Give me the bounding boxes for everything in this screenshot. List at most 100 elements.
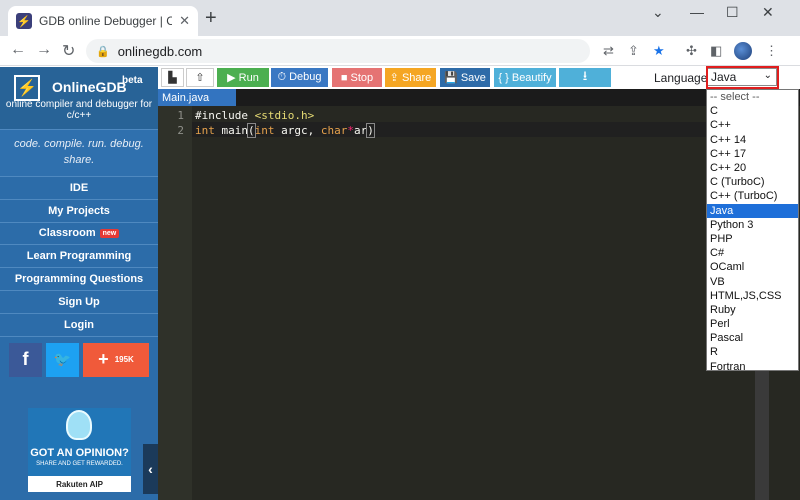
- logo-bolt-icon: ⚡: [14, 75, 40, 101]
- new-tab-icon[interactable]: +: [205, 8, 217, 28]
- tab-title: GDB online Debugger | Compile: [39, 14, 173, 28]
- browser-tab[interactable]: ⚡ GDB online Debugger | Compile ✕: [8, 6, 198, 36]
- run-button[interactable]: ▶ Run: [217, 68, 269, 87]
- debug-button[interactable]: ⏱ Debug: [271, 68, 328, 87]
- browser-toolbar: ← → ↻ 🔒 onlinegdb.com ⇄ ⇪ ★ ✣ ◧ ⋮: [0, 36, 800, 66]
- collapse-sidebar-chevron-icon[interactable]: ‹: [143, 444, 158, 494]
- tab-close-icon[interactable]: ✕: [179, 13, 190, 29]
- ide-action-bar: ▙ ⇧ ▶ Run ⏱ Debug ■ Stop ⇪ Share 💾 Save …: [158, 67, 800, 89]
- stop-button[interactable]: ■ Stop: [332, 68, 382, 87]
- translate-icon[interactable]: ⇄: [603, 43, 614, 59]
- dropdown-option[interactable]: R: [707, 345, 798, 359]
- sidebar-item-sign-up[interactable]: Sign Up: [0, 290, 158, 314]
- code-editor[interactable]: 1 2 #include <stdio.h> int main(int argc…: [158, 106, 800, 500]
- sidebar-item-classroom[interactable]: Classroom new: [0, 222, 158, 246]
- dropdown-option[interactable]: VB: [707, 274, 798, 288]
- profile-avatar[interactable]: [734, 42, 752, 60]
- dropdown-option[interactable]: PHP: [707, 232, 798, 246]
- code-text: #include <stdio.h>: [195, 109, 315, 122]
- file-tab-main-java[interactable]: Main.java: [158, 89, 236, 106]
- language-dropdown-list[interactable]: -- select -- C C++ C++ 14 C++ 17 C++ 20 C (Tur…: [706, 89, 799, 374]
- close-window-icon[interactable]: ✕: [762, 4, 774, 21]
- favicon-icon: ⚡: [16, 13, 32, 29]
- sidebar-item-login[interactable]: Login: [0, 313, 158, 337]
- sidebar-item-label: Learn Programming: [26, 250, 132, 263]
- dropdown-option[interactable]: C++: [707, 118, 798, 132]
- save-button[interactable]: 💾 Save: [440, 68, 490, 87]
- dropdown-option[interactable]: C++ 20: [707, 161, 798, 175]
- plus-icon: +: [98, 349, 109, 370]
- address-bar[interactable]: 🔒 onlinegdb.com: [86, 39, 590, 63]
- tagline: online compiler and debugger for c/c++: [5, 99, 153, 121]
- beautify-button[interactable]: { } Beautify: [494, 68, 556, 87]
- share-count: 195K: [114, 355, 134, 365]
- dropdown-option[interactable]: C: [707, 104, 798, 118]
- dropdown-option[interactable]: C++ 17: [707, 147, 798, 161]
- menu-kebab-icon[interactable]: ⋮: [765, 43, 778, 59]
- dropdown-option[interactable]: C++ (TurboC): [707, 189, 798, 203]
- line-number: 2: [177, 124, 184, 137]
- logo-beta: beta: [122, 75, 143, 86]
- dropdown-option[interactable]: Perl: [707, 317, 798, 331]
- facebook-icon: f: [22, 349, 29, 370]
- sidebar-item-label: Programming Questions: [14, 273, 144, 286]
- upload-icon[interactable]: ⇧: [186, 68, 214, 87]
- sidebar-item-label: Classroom: [38, 227, 96, 240]
- code-line-1[interactable]: #include <stdio.h>: [195, 109, 314, 122]
- forward-icon[interactable]: →: [36, 41, 52, 59]
- sidebar-item-label: Sign Up: [58, 295, 100, 308]
- sidebar-item-my-projects[interactable]: My Projects: [0, 199, 158, 223]
- advertisement[interactable]: GOT AN OPINION? SHARE AND GET REWARDED. …: [28, 408, 131, 492]
- file-tab-bar: Main.java: [158, 89, 800, 106]
- dropdown-option[interactable]: C (TurboC): [707, 175, 798, 189]
- dropdown-option[interactable]: C++ 14: [707, 133, 798, 147]
- dropdown-option[interactable]: Ruby: [707, 303, 798, 317]
- line-number: 1: [177, 109, 184, 122]
- facebook-button[interactable]: f: [9, 342, 42, 377]
- dropdown-option[interactable]: C#: [707, 246, 798, 260]
- download-icon[interactable]: ⭳: [559, 68, 611, 87]
- share-count-button[interactable]: + 195K: [83, 342, 149, 377]
- lightbulb-icon: [66, 410, 92, 440]
- back-icon[interactable]: ←: [10, 41, 26, 59]
- dropdown-option[interactable]: OCaml: [707, 260, 798, 274]
- reload-icon[interactable]: ↻: [62, 41, 75, 61]
- sidebar-item-learn-programming[interactable]: Learn Programming: [0, 245, 158, 269]
- new-badge: new: [99, 228, 120, 238]
- sidebar-item-label: My Projects: [48, 204, 110, 217]
- maximize-icon[interactable]: ☐: [726, 4, 739, 21]
- twitter-icon: 🐦: [53, 351, 72, 368]
- sidebar-item-programming-questions[interactable]: Programming Questions: [0, 268, 158, 291]
- sidebar-item-ide[interactable]: IDE: [0, 177, 158, 200]
- dropdown-option[interactable]: Pascal: [707, 331, 798, 345]
- twitter-button[interactable]: 🐦: [46, 342, 79, 377]
- share-button[interactable]: ⇪ Share: [385, 68, 436, 87]
- sidebar-item-label: IDE: [69, 181, 89, 194]
- logo-name: OnlineGDB: [52, 79, 127, 95]
- dropdown-option[interactable]: -- select --: [707, 90, 798, 104]
- sidebar-item-label: Login: [64, 318, 94, 331]
- dropdown-option[interactable]: Python 3: [707, 218, 798, 232]
- ad-headline: GOT AN OPINION?: [30, 447, 129, 459]
- lock-icon: 🔒: [96, 45, 110, 58]
- dropdown-option[interactable]: HTML,JS,CSS: [707, 289, 798, 303]
- side-panel-icon[interactable]: ◧: [710, 43, 722, 59]
- logo-area[interactable]: ⚡ OnlineGDB beta online compiler and deb…: [0, 67, 158, 129]
- new-file-icon[interactable]: ▙: [161, 68, 184, 87]
- line-gutter: 1 2: [158, 106, 192, 500]
- dropdown-option[interactable]: Fortran: [707, 360, 798, 374]
- minimize-icon[interactable]: —: [690, 4, 704, 20]
- social-buttons: f 🐦 + 195K: [0, 337, 158, 383]
- code-text: int main(int argc, char*ar): [195, 123, 375, 138]
- language-label: Language: [654, 71, 708, 85]
- extensions-icon[interactable]: ✣: [686, 43, 697, 59]
- language-select-highlight: [706, 66, 779, 89]
- slogan: code. compile. run. debug. share.: [0, 129, 158, 177]
- share-page-icon[interactable]: ⇪: [628, 43, 639, 59]
- bookmark-star-icon[interactable]: ★: [653, 43, 665, 59]
- tab-search-chevron-icon[interactable]: ⌄: [652, 4, 664, 21]
- sidebar: ⚡ OnlineGDB beta online compiler and deb…: [0, 67, 158, 500]
- code-line-2[interactable]: int main(int argc, char*ar): [195, 123, 375, 138]
- url-text: onlinegdb.com: [117, 43, 203, 59]
- dropdown-option[interactable]: Java: [707, 203, 798, 218]
